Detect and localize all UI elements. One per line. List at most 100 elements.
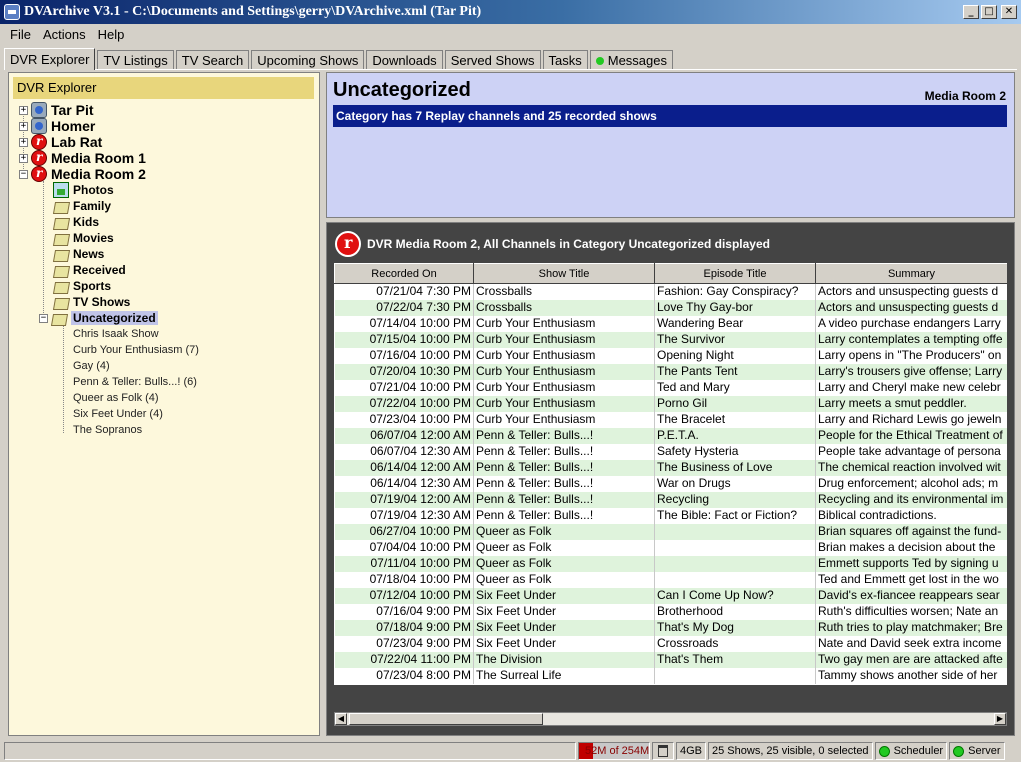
table-row[interactable]: 07/04/04 10:00 PM Queer as Folk Brian make…	[334, 539, 1007, 556]
tree-category-news[interactable]: News	[53, 246, 104, 262]
menu-help[interactable]: Help	[92, 27, 131, 42]
cell-show-title: Curb Your Enthusiasm	[473, 331, 655, 348]
tree-category-received[interactable]: Received	[53, 262, 126, 278]
table-row[interactable]: 06/27/04 10:00 PM Queer as Folk Brian squa…	[334, 523, 1007, 540]
cell-summary: People for the Ethical Treatment of	[815, 427, 1007, 444]
expand-icon[interactable]: +	[19, 153, 28, 163]
title-bar[interactable]: DVArchive V3.1 - C:\Documents and Settin…	[0, 0, 1021, 24]
column-header-show-title[interactable]: Show Title	[473, 263, 655, 284]
table-row[interactable]: 07/22/04 11:00 PM The Division That's Them…	[334, 651, 1007, 668]
memory-gauge[interactable]: 52M of 254M	[578, 742, 650, 760]
tab-served-shows[interactable]: Served Shows	[444, 50, 541, 70]
tab-tv-search[interactable]: TV Search	[175, 50, 250, 70]
tree-category-family[interactable]: Family	[53, 198, 111, 214]
scroll-right-icon[interactable]: ▶	[994, 713, 1006, 725]
tree-category-tv-shows[interactable]: TV Shows	[53, 294, 130, 310]
minimize-button[interactable]: _	[963, 5, 979, 19]
table-row[interactable]: 07/23/04 9:00 PM Six Feet Under Crossroads…	[334, 635, 1007, 652]
collapse-icon[interactable]: −	[39, 313, 48, 323]
close-button[interactable]: ✕	[1001, 5, 1017, 19]
table-row[interactable]: 07/18/04 10:00 PM Queer as Folk Ted and Em…	[334, 571, 1007, 588]
scroll-left-icon[interactable]: ◀	[335, 713, 347, 725]
replay-icon	[31, 134, 47, 150]
menu-file[interactable]: File	[4, 27, 37, 42]
server-label: Server	[968, 745, 1001, 757]
table-row[interactable]: 07/19/04 12:30 AM Penn & Teller: Bulls...…	[334, 507, 1007, 524]
cell-summary: Ruth's difficulties worsen; Nate an	[815, 603, 1007, 620]
window-title: DVArchive V3.1 - C:\Documents and Settin…	[24, 4, 482, 19]
tree-category-movies[interactable]: Movies	[53, 230, 114, 246]
table-row[interactable]: 07/20/04 10:30 PM Curb Your Enthusiasm The…	[334, 363, 1007, 380]
trash-cell[interactable]	[652, 742, 674, 760]
expand-icon[interactable]: +	[19, 137, 28, 147]
table-row[interactable]: 07/14/04 10:00 PM Curb Your Enthusiasm Wan…	[334, 315, 1007, 332]
tab-upcoming-shows[interactable]: Upcoming Shows	[251, 50, 365, 70]
tab-tv-listings[interactable]: TV Listings	[97, 50, 174, 70]
tree-show[interactable]: Penn & Teller: Bulls...! (6)	[73, 374, 197, 390]
category-info-bar: Category has 7 Replay channels and 25 re…	[333, 105, 1007, 127]
dvr-label: Tar Pit	[51, 102, 94, 118]
cell-show-title: Curb Your Enthusiasm	[473, 395, 655, 412]
table-row[interactable]: 07/15/04 10:00 PM Curb Your Enthusiasm The…	[334, 331, 1007, 348]
table-row[interactable]: 07/12/04 10:00 PM Six Feet Under Can I Com…	[334, 587, 1007, 604]
server-status[interactable]: Server	[949, 742, 1005, 760]
table-row[interactable]: 07/16/04 10:00 PM Curb Your Enthusiasm Ope…	[334, 347, 1007, 364]
column-header-episode-title[interactable]: Episode Title	[654, 263, 816, 284]
tab-tasks[interactable]: Tasks	[542, 50, 588, 70]
tree-dvr-homer[interactable]: + Homer	[19, 118, 95, 134]
horizontal-scrollbar[interactable]: ◀ ▶	[334, 712, 1007, 726]
table-row[interactable]: 07/23/04 8:00 PM The Surreal Life Tammy sh…	[334, 667, 1007, 684]
table-row[interactable]: 07/21/04 7:30 PM Crossballs Fashion: Gay C…	[334, 283, 1007, 300]
tab-dvr-explorer[interactable]: DVR Explorer	[4, 48, 96, 70]
scroll-thumb[interactable]	[349, 713, 543, 725]
tree-show[interactable]: Curb Your Enthusiasm (7)	[73, 342, 199, 358]
table-row[interactable]: 07/22/04 10:00 PM Curb Your Enthusiasm Por…	[334, 395, 1007, 412]
table-row[interactable]: 07/16/04 9:00 PM Six Feet Under Brotherhoo…	[334, 603, 1007, 620]
tree-dvr-tar-pit[interactable]: + Tar Pit	[19, 102, 94, 118]
app-icon[interactable]	[4, 4, 20, 20]
tree-category-uncategorized[interactable]: − Uncategorized	[39, 310, 158, 326]
maximize-button[interactable]: □	[981, 5, 997, 19]
tree-show[interactable]: Queer as Folk (4)	[73, 390, 159, 406]
tree-category-sports[interactable]: Sports	[53, 278, 111, 294]
table-row[interactable]: 07/19/04 12:00 AM Penn & Teller: Bulls...…	[334, 491, 1007, 508]
tree-show[interactable]: Gay (4)	[73, 358, 110, 374]
cell-summary: The chemical reaction involved wit	[815, 459, 1007, 476]
expand-icon[interactable]: +	[19, 105, 28, 115]
cell-summary: Nate and David seek extra income	[815, 635, 1007, 652]
table-row[interactable]: 06/14/04 12:00 AM Penn & Teller: Bulls...…	[334, 459, 1007, 476]
table-row[interactable]: 07/22/04 7:30 PM Crossballs Love Thy Gay-b…	[334, 299, 1007, 316]
tree-dvr-media-room-1[interactable]: + Media Room 1	[19, 150, 146, 166]
tree-category-photos[interactable]: Photos	[53, 182, 114, 198]
tree-show[interactable]: Six Feet Under (4)	[73, 406, 163, 422]
table-row[interactable]: 07/21/04 10:00 PM Curb Your Enthusiasm Ted…	[334, 379, 1007, 396]
cell-show-title: Penn & Teller: Bulls...!	[473, 427, 655, 444]
table-row[interactable]: 06/07/04 12:00 AM Penn & Teller: Bulls...…	[334, 427, 1007, 444]
table-row[interactable]: 06/07/04 12:30 AM Penn & Teller: Bulls...…	[334, 443, 1007, 460]
category-label: Received	[73, 263, 126, 277]
menu-actions[interactable]: Actions	[37, 27, 92, 42]
column-header-recorded-on[interactable]: Recorded On	[334, 263, 474, 284]
table-row[interactable]: 07/11/04 10:00 PM Queer as Folk Emmett sup…	[334, 555, 1007, 572]
tab-messages[interactable]: Messages	[589, 50, 673, 70]
cell-show-title: Curb Your Enthusiasm	[473, 411, 655, 428]
column-header-summary[interactable]: Summary	[815, 263, 1007, 284]
cell-show-title: Queer as Folk	[473, 539, 655, 556]
scheduler-status[interactable]: Scheduler	[874, 742, 948, 760]
table-row[interactable]: 07/23/04 10:00 PM Curb Your Enthusiasm The…	[334, 411, 1007, 428]
tree-dvr-lab-rat[interactable]: + Lab Rat	[19, 134, 102, 150]
table-row[interactable]: 07/18/04 9:00 PM Six Feet Under That's My …	[334, 619, 1007, 636]
collapse-icon[interactable]: −	[19, 169, 28, 179]
category-label: Movies	[73, 231, 114, 245]
tree-show[interactable]: Chris Isaak Show	[73, 326, 159, 342]
expand-icon[interactable]: +	[19, 121, 28, 131]
tree-category-kids[interactable]: Kids	[53, 214, 99, 230]
trash-icon[interactable]	[658, 745, 668, 757]
cell-show-title: Queer as Folk	[473, 523, 655, 540]
tree-show[interactable]: The Sopranos	[73, 422, 142, 438]
tab-downloads[interactable]: Downloads	[366, 50, 443, 70]
cell-show-title: Penn & Teller: Bulls...!	[473, 491, 655, 508]
tree-dvr-media-room-2[interactable]: − Media Room 2	[19, 166, 146, 182]
panel-splitter[interactable]	[322, 72, 325, 736]
table-row[interactable]: 06/14/04 12:30 AM Penn & Teller: Bulls...…	[334, 475, 1007, 492]
